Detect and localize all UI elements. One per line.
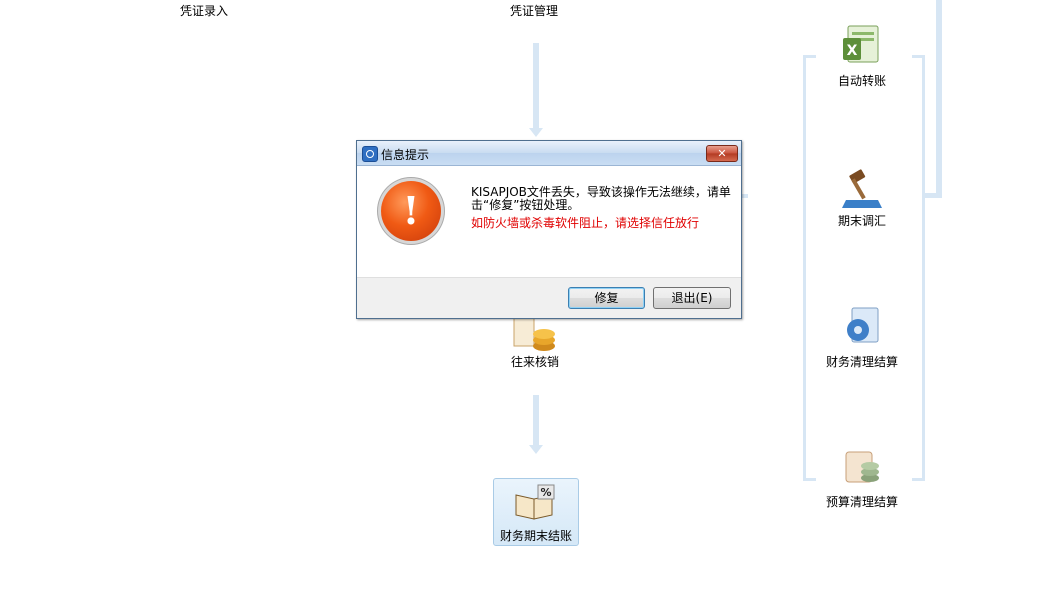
svg-text:X: X [847,43,858,59]
flow-line-top [533,43,539,128]
period-end-close-tile[interactable]: % 财务期末结账 [493,478,579,546]
period-end-adjust-label[interactable]: 期末调汇 [838,212,886,229]
account-reconcile-label[interactable]: 往来核销 [511,353,559,370]
scroll-coins-icon[interactable] [840,448,884,488]
period-end-close-label: 财务期末结账 [499,529,572,543]
dialog-warning: 如防火墙或杀毒软件阻止，请选择信任放行 [471,216,700,230]
right-bracket-left [803,55,816,481]
app-icon [362,146,378,162]
book-percent-icon: % [512,483,558,523]
dialog-body: ! KISAPJOB文件丢失，导致该操作无法继续，请单击“修复”按钮处理。 如防… [357,166,741,278]
close-button[interactable]: ✕ [706,145,738,162]
coins-ledger-icon[interactable] [512,314,556,354]
flow-line-right-join [922,193,942,198]
financial-clearing-label[interactable]: 财务清理结算 [826,353,898,370]
flow-line-right-top [936,0,942,196]
right-bracket-right [912,55,925,481]
auto-transfer-icon[interactable]: X [840,24,884,64]
auto-transfer-label[interactable]: 自动转账 [838,72,886,89]
voucher-entry-label[interactable]: 凭证录入 [180,2,228,19]
dialog-title: 信息提示 [381,148,430,162]
gavel-icon[interactable] [840,166,884,208]
voucher-management-label[interactable]: 凭证管理 [510,2,558,19]
svg-text:%: % [540,486,551,499]
dialog-titlebar[interactable]: 信息提示 ✕ [357,141,741,166]
repair-button[interactable]: 修复 [568,287,645,309]
exit-button[interactable]: 退出(E) [653,287,731,309]
info-dialog: 信息提示 ✕ ! KISAPJOB文件丢失，导致该操作无法继续，请单击“修复”按… [356,140,742,319]
flow-line-bottom [533,395,539,445]
gear-document-icon[interactable] [840,306,884,346]
exclamation-icon: ! [381,181,441,241]
flow-arrow-top [529,128,543,137]
flow-arrow-bottom [529,445,543,454]
dialog-message: KISAPJOB文件丢失，导致该操作无法继续，请单击“修复”按钮处理。 [471,185,731,212]
budget-clearing-label[interactable]: 预算清理结算 [826,493,898,510]
